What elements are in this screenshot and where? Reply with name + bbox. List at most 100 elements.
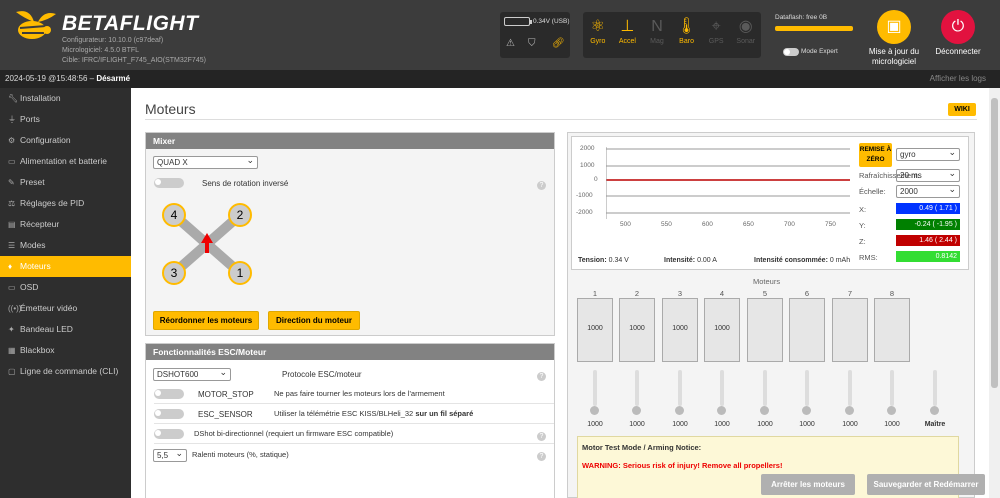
sidebar-item-receiver[interactable]: ▤ Récepteur: [0, 214, 131, 235]
page-scrollbar[interactable]: [989, 88, 1000, 498]
voltage-readout: Tension: 0.34 V: [578, 257, 629, 264]
motor-slider-handle[interactable]: [802, 406, 811, 415]
motor-stop-label: MOTOR_STOP: [198, 390, 254, 399]
motor-slider-value: 1000: [629, 421, 645, 428]
expert-mode-toggle[interactable]: [783, 48, 799, 56]
sidebar-item-led[interactable]: ✦ Bandeau LED: [0, 319, 131, 340]
motor-number: 4: [719, 289, 725, 298]
motor-slider-track[interactable]: [805, 370, 809, 406]
motor-slider-track[interactable]: [678, 370, 682, 406]
motor-slider-track[interactable]: [720, 370, 724, 406]
motor-slider-handle[interactable]: [887, 406, 896, 415]
y-tick-label: 1000: [580, 162, 595, 169]
scrollbar-thumb[interactable]: [991, 98, 998, 388]
motor-output-bar: [747, 298, 783, 362]
preset-icon: ✎: [8, 178, 15, 187]
motor-slider-value: 1000: [757, 421, 773, 428]
reorder-motors-button[interactable]: Réordonner les moteurs: [153, 311, 259, 330]
motor-slider-handle[interactable]: [760, 406, 769, 415]
scale-select[interactable]: 2000: [896, 184, 960, 198]
motor-direction-button[interactable]: Direction du moteur: [268, 311, 360, 330]
mixer-type-select[interactable]: QUAD X: [153, 155, 258, 169]
disconnect-label: Déconnecter: [935, 47, 981, 56]
motor-slider-value: 1000: [799, 421, 815, 428]
mixer-header: Mixer: [146, 133, 554, 149]
bidir-dshot-toggle[interactable]: [154, 429, 184, 439]
vtx-icon: ((•)): [8, 304, 22, 313]
esc-sensor-label: ESC_SENSOR: [198, 410, 253, 419]
esc-sensor-toggle[interactable]: [154, 409, 184, 419]
readout-z-value: 1.46 ( 2.44 ): [896, 235, 960, 246]
quad-x-diagram: 4 2 3 1: [162, 203, 252, 285]
sidebar-item-motors[interactable]: ♦ Moteurs: [0, 256, 131, 277]
master-slider-handle[interactable]: [930, 406, 939, 415]
gear-icon: ⚙: [8, 136, 16, 145]
disconnect-button[interactable]: ⏻ Déconnecter: [930, 10, 986, 56]
led-icon: ✦: [8, 325, 15, 334]
motor-output-bar: 1000: [619, 298, 655, 362]
reset-graph-button[interactable]: REMISE À ZÉRO: [859, 143, 892, 167]
sidebar-item-cli[interactable]: ▢ Ligne de commande (CLI): [0, 361, 131, 382]
motor-slider-track[interactable]: [635, 370, 639, 406]
sensor-gyro: ⚛ Gyro: [583, 12, 613, 58]
sensor-panel: ⚛ Gyro ⊥ Accel N Mag 🌡︎ Baro ⌖ GPS ◉ Sonar: [583, 12, 761, 58]
esc-protocol-select[interactable]: DSHOT600: [153, 367, 231, 381]
wiki-button[interactable]: WIKI: [948, 103, 976, 116]
sidebar-item-pid[interactable]: ⚖ Réglages de PID: [0, 193, 131, 214]
sidebar-item-vtx[interactable]: ((•))Émetteur vidéo: [0, 298, 131, 319]
motor-number: 1: [592, 289, 598, 298]
motor-idle-label: Ralenti moteurs (%, statique): [192, 450, 289, 459]
sidebar-item-osd[interactable]: ▭ OSD: [0, 277, 131, 298]
master-slider-track[interactable]: [933, 370, 937, 406]
sidebar-item-blackbox[interactable]: ▦ Blackbox: [0, 340, 131, 361]
stop-motors-button[interactable]: Arrêter les moteurs: [761, 474, 855, 495]
motor-label-3: 3: [171, 266, 178, 280]
sidebar-item-configuration[interactable]: ⚙ Configuration: [0, 130, 131, 151]
motor-slider-handle[interactable]: [717, 406, 726, 415]
motor-output-bar: [789, 298, 825, 362]
x-tick-label: 650: [743, 221, 754, 228]
firmware-flasher-button[interactable]: ▣ Mise à jour du micrologiciel: [866, 10, 922, 67]
sidebar-item-modes[interactable]: ☰ Modes: [0, 235, 131, 256]
motor-slider-track[interactable]: [848, 370, 852, 406]
sensor-sonar: ◉ Sonar: [731, 12, 761, 58]
sensor-accel: ⊥ Accel: [613, 12, 643, 58]
motor-slider-track[interactable]: [593, 370, 597, 406]
brand-title: BETAFLIGHT: [62, 12, 199, 35]
cli-icon: ▢: [8, 367, 16, 376]
sidebar-item-ports[interactable]: ⏚ Ports: [0, 109, 131, 130]
save-reboot-button[interactable]: Sauvegarder et Redémarrer: [867, 474, 985, 495]
battery-voltage: 0.34V (USB): [533, 18, 570, 25]
pid-icon: ⚖: [8, 199, 16, 208]
refresh-rate-select[interactable]: 20 ms: [896, 168, 960, 182]
motor-slider-value: 1000: [842, 421, 858, 428]
reverse-direction-toggle[interactable]: [154, 178, 184, 188]
motor-1-rotor: 1: [228, 261, 252, 285]
motor-slider-handle[interactable]: [632, 406, 641, 415]
readout-x-value: 0.49 ( 1.71 ): [896, 203, 960, 214]
sensor-gps: ⌖ GPS: [701, 12, 731, 58]
y-tick-label: -2000: [576, 209, 593, 216]
motor-slider-value: 1000: [587, 421, 603, 428]
battery-icon: ▭: [8, 157, 16, 166]
motor-slider-track[interactable]: [890, 370, 894, 406]
motor-4-rotor: 4: [162, 203, 186, 227]
motor-idle-input[interactable]: 5,5: [153, 448, 187, 462]
sidebar-item-preset[interactable]: ✎ Preset: [0, 172, 131, 193]
motor-slider-handle[interactable]: [675, 406, 684, 415]
sidebar-item-installation[interactable]: 🔧︎ Installation: [0, 88, 131, 109]
sidebar-item-power[interactable]: ▭ Alimentation et batterie: [0, 151, 131, 172]
bidir-dshot-label: DShot bi-directionnel (requiert un firmw…: [194, 429, 394, 438]
sensor-select[interactable]: gyro: [896, 147, 960, 161]
show-logs-link[interactable]: Afficher les logs: [930, 70, 986, 88]
motor-stop-toggle[interactable]: [154, 389, 184, 399]
readout-rms-label: RMS:: [859, 253, 878, 262]
motor-slider-track[interactable]: [763, 370, 767, 406]
receiver-icon: ▤: [8, 220, 16, 229]
motor-stop-desc: Ne pas faire tourner les moteurs lors de…: [274, 389, 445, 398]
motor-slider-handle[interactable]: [845, 406, 854, 415]
usb-disconnect-icon: ⏻: [941, 10, 975, 44]
motor-slider-handle[interactable]: [590, 406, 599, 415]
gyro-icon: ⚛: [590, 18, 605, 35]
esc-sensor-row: ESC_SENSOR Utiliser la télémétrie ESC KI…: [154, 405, 554, 424]
